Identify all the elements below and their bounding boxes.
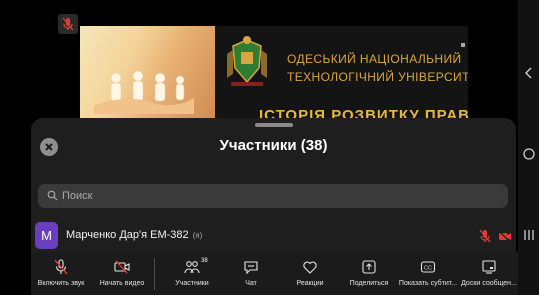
panel-drag-handle[interactable]	[255, 123, 293, 127]
chat-icon	[244, 261, 258, 275]
share-label: Поделиться	[349, 280, 389, 287]
home-button-icon[interactable]	[522, 147, 536, 164]
reactions-button[interactable]: Реакции	[288, 252, 332, 295]
recent-apps-icon[interactable]	[522, 228, 536, 245]
participant-row[interactable]: M Марченко Дар'я ЕМ-382 (я)	[31, 220, 516, 252]
avatar: M	[35, 222, 58, 249]
shared-slide-header: ОДЕСЬКИЙ НАЦІОНАЛЬНИЙ ТЕХНОЛОГІЧНИЙ УНІВ…	[215, 26, 468, 122]
shared-screen: ОДЕСЬКИЙ НАЦІОНАЛЬНИЙ ТЕХНОЛОГІЧНИЙ УНІВ…	[80, 26, 468, 122]
participant-search[interactable]	[38, 184, 508, 208]
university-crest-icon	[227, 36, 267, 86]
start-video-label: Начать видео	[99, 280, 145, 287]
unmute-label: Включить звук	[37, 280, 85, 287]
whiteboards-button[interactable]: Доски сообщен...	[459, 252, 519, 295]
unmute-button[interactable]: Включить звук	[31, 252, 91, 295]
paper-people-illustration	[94, 70, 194, 114]
chat-button[interactable]: Чат	[231, 252, 271, 295]
toolbar-divider	[154, 258, 155, 290]
mic-off-icon	[54, 259, 68, 275]
captions-icon: CC	[420, 261, 436, 273]
participants-icon	[184, 261, 200, 274]
mic-off-icon[interactable]	[478, 229, 492, 243]
search-input[interactable]	[62, 184, 492, 208]
svg-text:CC: CC	[424, 266, 432, 272]
participants-label: Участники	[175, 280, 209, 287]
share-button[interactable]: Поделиться	[345, 252, 393, 295]
university-name-line1: ОДЕСЬКИЙ НАЦІОНАЛЬНИЙ	[287, 52, 462, 66]
participant-name: Марченко Дар'я ЕМ-382 (я)	[66, 229, 202, 241]
right-edge-bar	[518, 0, 539, 295]
chat-label: Чат	[245, 280, 257, 287]
participant-name-text: Марченко Дар'я ЕМ-382	[66, 229, 189, 241]
share-icon	[362, 260, 376, 274]
self-tag: (я)	[192, 231, 203, 240]
shared-cursor-icon	[461, 43, 465, 47]
chevron-left-icon[interactable]	[522, 66, 536, 83]
panel-title: Участники (38)	[219, 137, 328, 154]
whiteboard-icon	[482, 260, 496, 274]
video-off-icon	[114, 260, 130, 274]
shared-slide-photo	[80, 26, 215, 122]
whiteboards-label: Доски сообщен...	[461, 280, 517, 287]
self-mic-muted-indicator	[58, 14, 78, 34]
start-video-button[interactable]: Начать видео	[93, 252, 151, 295]
participants-button[interactable]: 38 Участники	[165, 252, 219, 295]
show-captions-button[interactable]: CC Показать субтит...	[397, 252, 459, 295]
video-off-icon[interactable]	[498, 229, 512, 243]
meeting-toolbar: Включить звук Начать видео 38 Участники …	[31, 252, 520, 295]
show-captions-label: Показать субтит...	[398, 280, 458, 287]
participants-count-badge: 38	[201, 258, 208, 264]
mic-off-icon	[62, 17, 74, 31]
heart-icon	[303, 261, 317, 274]
university-name-line2: ТЕХНОЛОГІЧНИЙ УНІВЕРСИТЕТ	[287, 70, 468, 84]
reactions-label: Реакции	[296, 280, 324, 287]
search-icon	[47, 190, 58, 201]
